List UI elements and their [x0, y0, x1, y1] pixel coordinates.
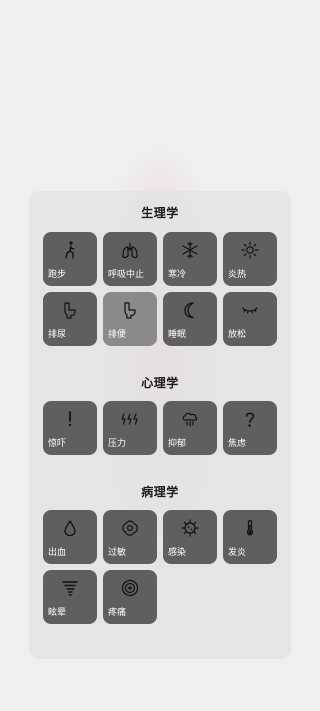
toilet-icon — [103, 299, 157, 321]
section-title-psychology: 心理学 — [141, 376, 179, 390]
lungs-icon — [103, 239, 157, 261]
tile-label: 出血 — [48, 548, 67, 558]
toilet-icon — [43, 299, 97, 321]
tile-inflammation[interactable]: 发炎 — [223, 510, 277, 564]
tile-label: 压力 — [108, 439, 127, 449]
section-title-pathology: 病理学 — [141, 485, 179, 499]
tile-label: 抑郁 — [168, 439, 187, 449]
walking-person-icon — [43, 239, 97, 261]
tile-label: 排尿 — [48, 330, 67, 340]
tile-label: 焦虑 — [228, 439, 247, 449]
tile-depression[interactable]: 抑郁 — [163, 401, 217, 455]
target-icon — [103, 577, 157, 599]
tile-label: 排便 — [108, 330, 127, 340]
tile-label: 感染 — [168, 548, 187, 558]
tile-running[interactable]: 跑步 — [43, 232, 97, 286]
tile-label: 发炎 — [228, 548, 247, 558]
tile-label: 炎热 — [228, 270, 247, 280]
virus-icon — [163, 517, 217, 539]
tile-infection[interactable]: 感染 — [163, 510, 217, 564]
tile-label: 呼吸中止 — [108, 270, 145, 280]
physiology-grid: 跑步 呼吸中止 寒冷 炎热排尿 排便 睡眠 放松 — [43, 232, 279, 346]
sun-icon — [223, 239, 277, 261]
tile-label: 睡眠 — [168, 330, 187, 340]
tile-startle[interactable]: 惊吓 — [43, 401, 97, 455]
question-mark-icon — [223, 408, 277, 430]
tornado-icon — [43, 577, 97, 599]
lightning-bolts-icon — [103, 408, 157, 430]
sound-category-panel: 生理学 跑步 呼吸中止 寒冷 炎热 排尿 排便 睡眠 放松 心理学 惊吓 压力 抑郁 焦虑 病理学 … — [29, 191, 291, 659]
tile-cold[interactable]: 寒冷 — [163, 232, 217, 286]
flower-icon — [103, 517, 157, 539]
closed-eye-icon — [223, 299, 277, 321]
rain-cloud-icon — [163, 408, 217, 430]
blood-drop-icon — [43, 517, 97, 539]
section-title-physiology: 生理学 — [141, 206, 179, 220]
tile-stress[interactable]: 压力 — [103, 401, 157, 455]
tile-label: 疼痛 — [108, 608, 127, 618]
tile-defecation[interactable]: 排便 — [103, 292, 157, 346]
tile-hot[interactable]: 炎热 — [223, 232, 277, 286]
psychology-grid: 惊吓 压力 抑郁 焦虑 — [43, 401, 279, 455]
tile-label: 过敏 — [108, 548, 127, 558]
pathology-grid: 出血 过敏 感染 发炎眩晕 疼痛 — [43, 510, 279, 624]
thermometer-icon — [223, 517, 277, 539]
tile-allergy[interactable]: 过敏 — [103, 510, 157, 564]
tile-label: 放松 — [228, 330, 247, 340]
moon-icon — [163, 299, 217, 321]
tile-sleep[interactable]: 睡眠 — [163, 292, 217, 346]
snowflake-icon — [163, 239, 217, 261]
tile-urination[interactable]: 排尿 — [43, 292, 97, 346]
tile-pain[interactable]: 疼痛 — [103, 570, 157, 624]
tile-apnea[interactable]: 呼吸中止 — [103, 232, 157, 286]
tile-bleeding[interactable]: 出血 — [43, 510, 97, 564]
tile-anxiety[interactable]: 焦虑 — [223, 401, 277, 455]
exclamation-icon — [43, 408, 97, 430]
tile-label: 眩晕 — [48, 608, 67, 618]
tile-label: 惊吓 — [48, 439, 67, 449]
tile-label: 寒冷 — [168, 270, 187, 280]
tile-relax[interactable]: 放松 — [223, 292, 277, 346]
tile-dizziness[interactable]: 眩晕 — [43, 570, 97, 624]
tile-label: 跑步 — [48, 270, 67, 280]
